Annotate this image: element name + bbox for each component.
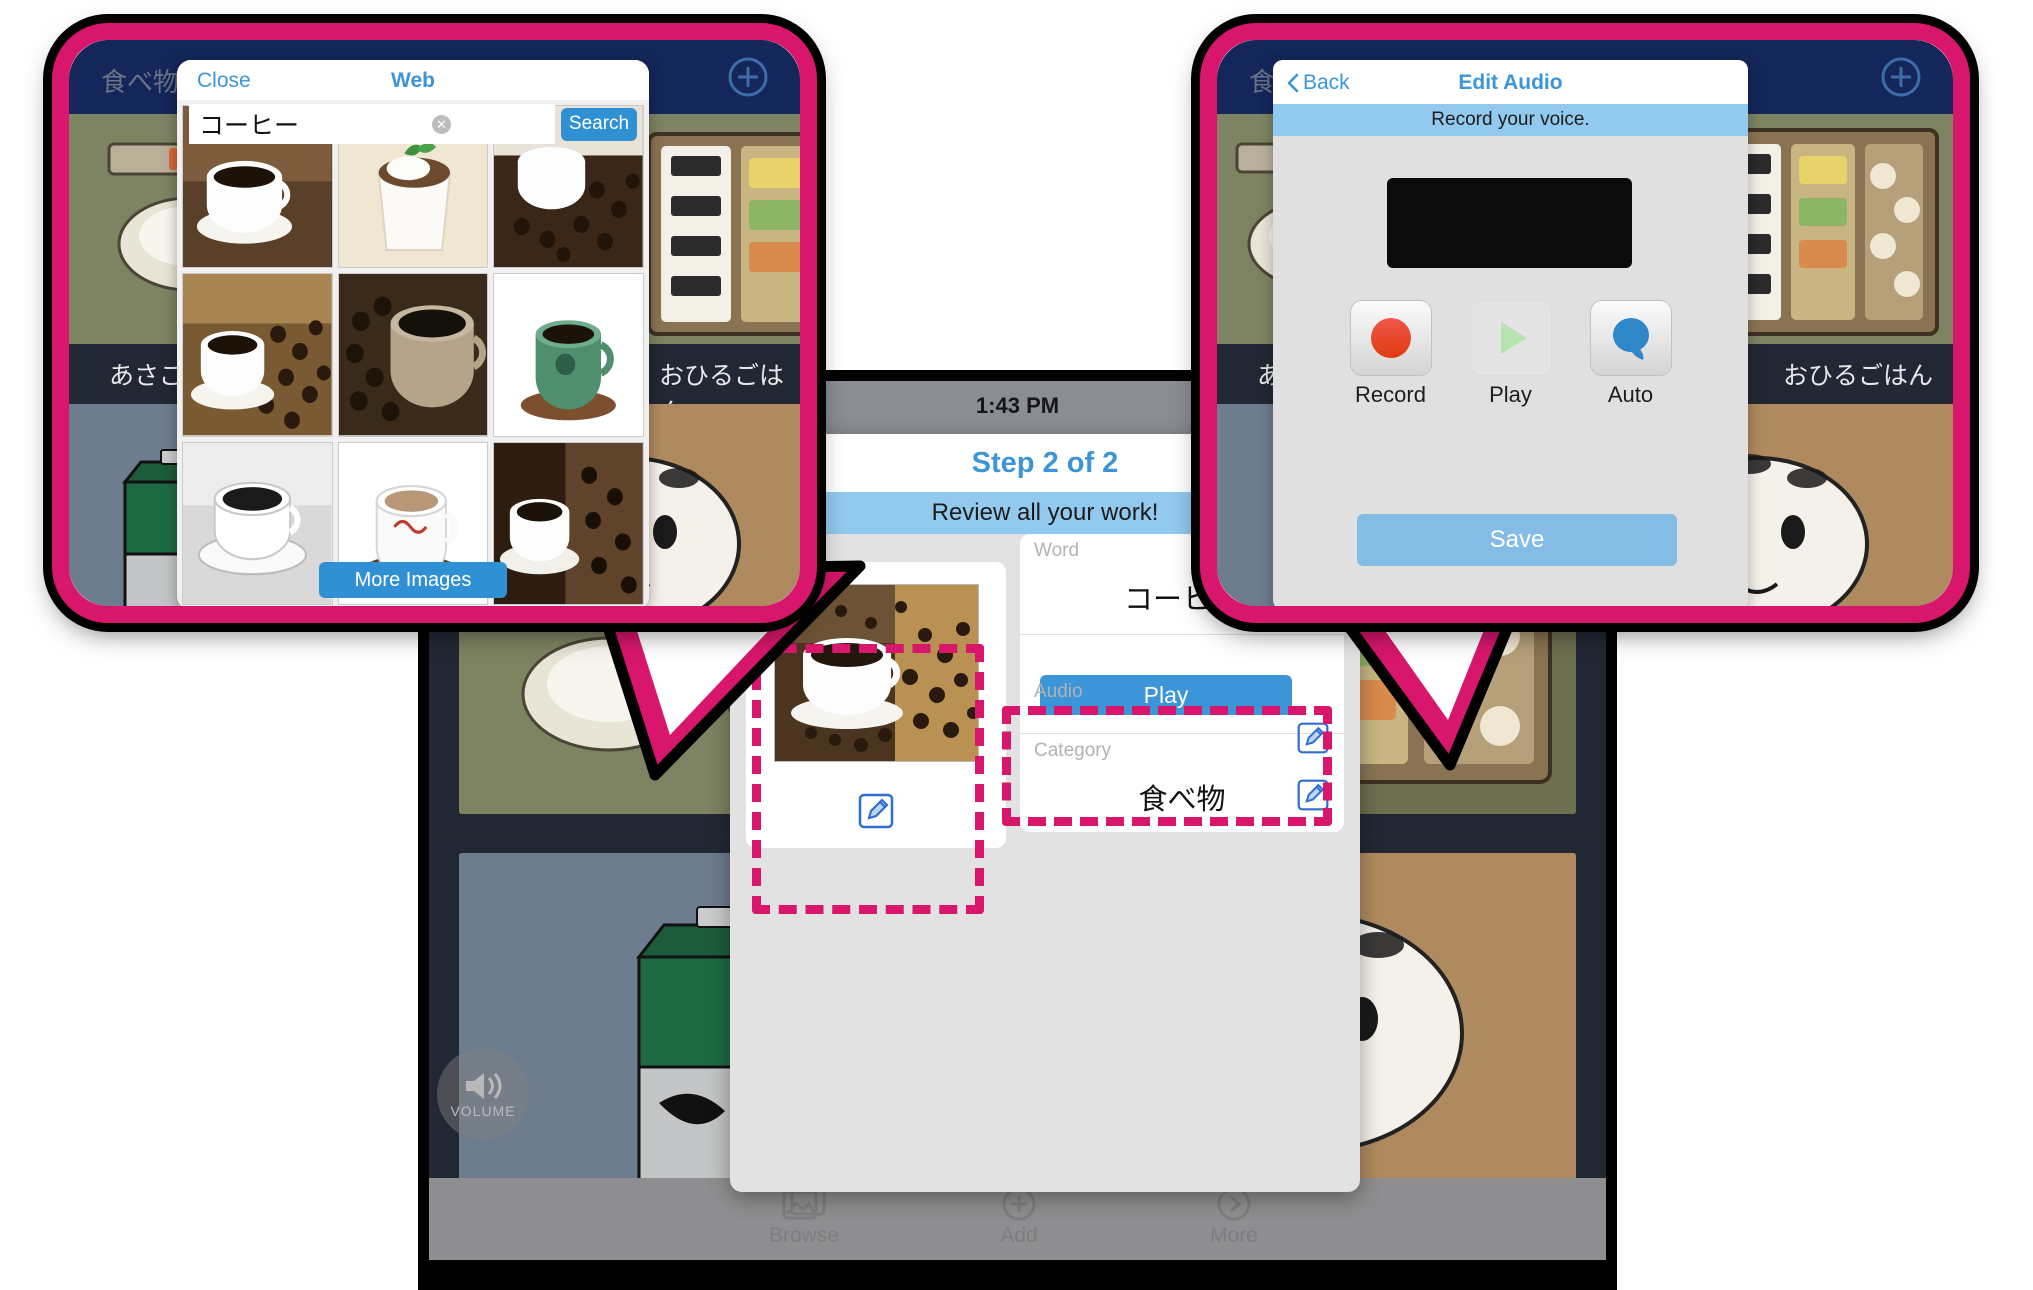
web-search-row: ✕ Search (189, 104, 637, 144)
record-label: Record (1355, 382, 1426, 407)
web-image-results-grid (177, 100, 649, 606)
waveform-display (1387, 178, 1632, 268)
callout-right-inner: 食べ物 (1217, 40, 1953, 606)
record-control[interactable]: Record (1349, 300, 1432, 408)
volume-button[interactable]: VOLUME (437, 1048, 529, 1140)
toolbar-item-more[interactable]: More (1169, 1186, 1299, 1248)
record-circle-icon (1370, 318, 1411, 358)
web-image-search-sheet: Close Web コーヒー ✕ Search More Images (177, 60, 649, 606)
audio-sheet-subtitle: Record your voice. (1273, 104, 1748, 136)
play-triangle-icon (1500, 322, 1527, 354)
web-sheet-title: Web (391, 69, 435, 92)
field-label: Category (1034, 740, 1112, 761)
volume-label: VOLUME (450, 1102, 516, 1119)
callout-left-nav-title: 食べ物 (101, 67, 180, 97)
screenshot-root: 1:43 PM あさごはん (0, 0, 2033, 1290)
toolbar-label: More (1210, 1224, 1258, 1247)
field-label: Word (1034, 540, 1080, 561)
volume-icon (466, 1072, 502, 1099)
image-result[interactable] (182, 273, 333, 437)
callout-left-inner: 食べ物 あさごはん おひるごは Close Web コーヒー ✕ Search … (69, 40, 800, 606)
more-images-button[interactable]: More Images (319, 562, 507, 598)
audio-sheet-header: Back Edit Audio (1273, 60, 1748, 104)
auto-control[interactable]: Auto (1589, 300, 1672, 408)
add-icon[interactable] (1879, 55, 1923, 104)
image-result[interactable] (493, 273, 644, 437)
callout-edit-audio: 食べ物 (1200, 23, 1970, 623)
search-input[interactable] (189, 104, 555, 144)
audio-save-button[interactable]: Save (1357, 514, 1677, 566)
play-button[interactable] (1469, 300, 1552, 376)
toolbar-item-add[interactable]: Add (954, 1186, 1084, 1248)
toolbar-item-browse[interactable]: Browse (739, 1186, 869, 1248)
speech-bubble-icon (1612, 318, 1649, 360)
clear-search-icon[interactable]: ✕ (432, 115, 451, 134)
callout-right-cell-label-right: おひるごはん (1782, 362, 1933, 390)
image-result[interactable] (337, 273, 489, 437)
search-button[interactable]: Search (561, 107, 637, 141)
audio-sheet-title: Edit Audio (1458, 71, 1563, 94)
home-indicator-bar (429, 1260, 1606, 1290)
toolbar-label: Add (1000, 1224, 1038, 1247)
add-icon[interactable] (726, 55, 770, 104)
auto-button[interactable] (1589, 300, 1672, 376)
record-button[interactable] (1349, 300, 1432, 376)
web-sheet-header: Close Web (177, 60, 649, 100)
edit-audio-sheet: Back Edit Audio Record your voice. Recor… (1273, 60, 1748, 606)
image-result[interactable] (493, 441, 644, 605)
image-result[interactable] (182, 441, 333, 605)
callout-web-image-search: 食べ物 あさごはん おひるごは Close Web コーヒー ✕ Search … (52, 23, 817, 623)
play-control[interactable]: Play (1469, 300, 1552, 408)
toolbar-label: Browse (768, 1224, 840, 1247)
modal-footer: Cancel Save (730, 1172, 1360, 1192)
audio-controls: Record Play Auto (1273, 300, 1748, 408)
auto-label: Auto (1607, 382, 1654, 407)
play-label: Play (1489, 382, 1532, 407)
field-label: Audio (1034, 681, 1083, 702)
